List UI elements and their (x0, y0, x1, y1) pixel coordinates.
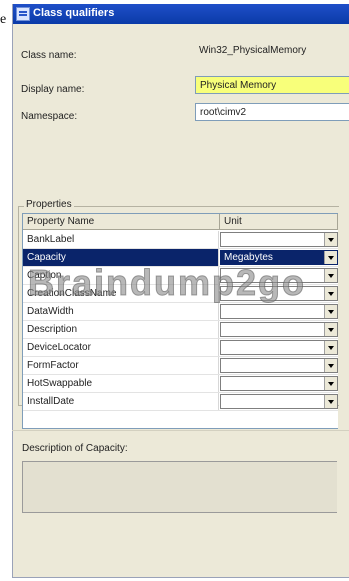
display-name-field[interactable]: Physical Memory (195, 76, 349, 94)
unit-dropdown[interactable] (220, 268, 338, 283)
table-row[interactable]: InstallDate (23, 393, 338, 411)
table-row[interactable]: DeviceLocator (23, 339, 338, 357)
property-name-cell[interactable]: FormFactor (23, 357, 219, 374)
chevron-down-icon[interactable] (324, 287, 337, 300)
page-edge-text: e (0, 12, 7, 27)
table-row[interactable]: DataWidth (23, 303, 338, 321)
chevron-down-icon[interactable] (324, 251, 337, 264)
table-row[interactable]: Description (23, 321, 338, 339)
property-name-cell[interactable]: DeviceLocator (23, 339, 219, 356)
property-name-cell[interactable]: Caption (23, 267, 219, 284)
description-label: Description of Capacity: (22, 443, 128, 454)
chevron-down-icon[interactable] (324, 269, 337, 282)
unit-dropdown[interactable] (220, 322, 338, 337)
chevron-down-icon[interactable] (324, 305, 337, 318)
property-name-cell[interactable]: Capacity (23, 249, 219, 266)
properties-group-label: Properties (24, 199, 74, 210)
table-row[interactable]: CreationClassName (23, 285, 338, 303)
chevron-down-icon[interactable] (324, 341, 337, 354)
display-name-label: Display name: (21, 84, 85, 95)
property-name-cell[interactable]: BankLabel (23, 231, 219, 248)
chevron-down-icon[interactable] (324, 323, 337, 336)
table-row[interactable]: FormFactor (23, 357, 338, 375)
window-icon (16, 7, 30, 21)
unit-dropdown[interactable] (220, 304, 338, 319)
property-name-cell[interactable]: Description (23, 321, 219, 338)
table-row[interactable]: Caption (23, 267, 338, 285)
window-title: Class qualifiers (33, 7, 115, 19)
unit-dropdown[interactable] (220, 358, 338, 373)
chevron-down-icon[interactable] (324, 395, 337, 408)
unit-dropdown[interactable]: Megabytes (220, 250, 338, 265)
divider (12, 430, 349, 431)
unit-dropdown[interactable] (220, 286, 338, 301)
class-name-label: Class name: (21, 50, 77, 61)
unit-dropdown[interactable] (220, 394, 338, 409)
chevron-down-icon[interactable] (324, 359, 337, 372)
chevron-down-icon[interactable] (324, 377, 337, 390)
class-name-value: Win32_PhysicalMemory (199, 45, 307, 56)
unit-dropdown[interactable] (220, 232, 338, 247)
namespace-label: Namespace: (21, 111, 78, 122)
column-header-property-name[interactable]: Property Name (23, 214, 220, 230)
chevron-down-icon[interactable] (324, 233, 337, 246)
property-name-cell[interactable]: CreationClassName (23, 285, 219, 302)
unit-dropdown[interactable] (220, 376, 338, 391)
column-header-unit[interactable]: Unit (220, 214, 338, 230)
description-box (22, 461, 337, 513)
title-bar[interactable]: Class qualifiers (13, 4, 349, 24)
properties-grid: Property Name Unit BankLabel Capacity Me… (22, 213, 338, 429)
table-row[interactable]: BankLabel (23, 231, 338, 249)
property-name-cell[interactable]: DataWidth (23, 303, 219, 320)
unit-value: Megabytes (224, 252, 273, 263)
table-row[interactable]: HotSwappable (23, 375, 338, 393)
property-name-cell[interactable]: InstallDate (23, 393, 219, 410)
table-row[interactable]: Capacity Megabytes (23, 249, 338, 267)
namespace-field[interactable]: root\cimv2 (195, 103, 349, 121)
property-name-cell[interactable]: HotSwappable (23, 375, 219, 392)
unit-dropdown[interactable] (220, 340, 338, 355)
